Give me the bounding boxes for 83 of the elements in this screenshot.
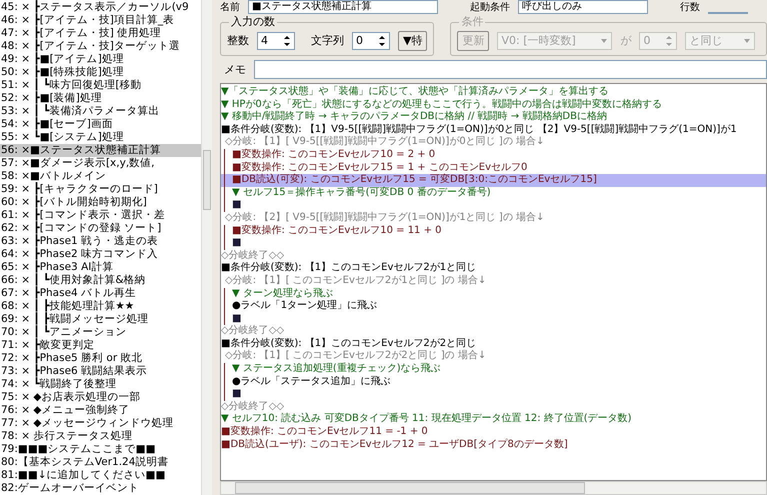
event-list-item[interactable]: 50: × ┣■[特殊技能]処理 [0,66,201,79]
event-list-item[interactable]: 46: × ┣[アイテム・技]項目計算_表 [0,14,201,27]
event-list-item[interactable]: 73: × ┣Phase6 戦闘結果表示 [0,365,201,378]
command-line[interactable]: ■DB読込(ユーザ): このコモンEvセルフ12 = ユーザDB[タイプ8のデータ数] [221,438,766,452]
event-list-item[interactable]: 51: × ┃ ┗味方回復処理[移動 [0,79,201,92]
command-line[interactable]: ■変数操作: このコモンEvセルフ11 = -1 + 0 [221,426,766,439]
event-list-item[interactable]: 59: × ┣[キャラクターのロード] [0,183,201,196]
event-list-item[interactable]: 54: × ┣■[セーブ]画面 [0,118,201,131]
event-list-item[interactable]: 60: × ┣[バトル開始時初期化] [0,196,201,209]
trigger-label: 起動条件 [470,2,510,14]
number-spinner[interactable]: 0 [352,32,390,50]
horizontal-scrollbar[interactable] [220,481,767,495]
event-list-item[interactable]: 58: ×■バトルメイン [0,170,201,183]
command-line[interactable]: ■変数操作: このコモンEvセルフ10 = 11 + 0 [221,224,766,238]
operator-label: が [620,34,632,48]
command-line[interactable]: ▼ セルフ10: 読む込み 可変DBタイプ番号 11: 現在処理データ位置 12: 終了位置(データ数) [221,413,766,426]
event-list-item[interactable]: 68: × ┃ ┣技能処理計算★★ [0,300,201,313]
event-list-item[interactable]: 76: × ◆メニュー強制終了 [0,404,201,417]
command-line[interactable]: ■条件分岐(変数): 【1】このコモンEvセルフ2が1と同じ [221,262,766,275]
event-list-item[interactable]: 66: × ┃ ┗使用対象計算&格納 [0,274,201,287]
event-list-item[interactable]: 65: × ┣Phase3 AI計算 [0,261,201,274]
command-line[interactable]: ▼ 移動中/戦闘終了時 → キャラのパラメータDBに格納 // 戦闘時 → 戦闘格納DBに格納 [221,111,766,124]
event-list-item[interactable]: 72: × ┣Phase5 勝利 or 敗北 [0,352,201,365]
command-line[interactable]: ■変数操作: このコモンEvセルフ10 = 2 + 0 [221,148,766,162]
command-line[interactable]: ◇分岐: 【1】[ V9-5[[戦闘]戦闘中フラグ(1=ON)]が0と同じ ]の 場合↓ [221,136,766,149]
command-line[interactable]: ▼ ステータス追加処理(重複チェック)なら飛ぶ [221,363,766,376]
command-line[interactable]: ◇分岐終了◇◇ [221,325,766,338]
event-list-item[interactable]: 47: × ┣[アイテム・技] 使用処理 [0,27,201,40]
event-list-item[interactable]: 52: × ┣■[装備]処理 [0,92,201,105]
command-line[interactable]: ■ [221,237,766,250]
command-line[interactable]: ■ [221,199,766,212]
special-button[interactable]: ▼特 [398,31,428,51]
field-label: 文字列 [311,34,344,48]
trigger-field[interactable]: 呼び出しのみ [518,0,648,14]
number-spinner[interactable]: 4 [257,32,295,50]
name-label: 名前 [220,2,240,14]
vertical-scrollbar[interactable] [201,0,212,495]
event-list-item[interactable]: 61: × ┣[コマンド表示・選択・差 [0,209,201,222]
group-title: 条件 [459,15,486,29]
command-line[interactable]: ■条件分岐(変数): 【1】このコモンEvセルフ2が2と同じ [221,338,766,350]
event-list-item[interactable]: 71: × ┣敵変更判定 [0,339,201,352]
command-line[interactable]: ■ [221,388,766,401]
event-list-item[interactable]: 70: × ┃ ┗アニメーション [0,326,201,339]
event-list-item[interactable]: 78: × 歩行ステータス処理 [0,430,201,443]
name-field[interactable]: ■ステータス状態補正計算 [248,0,438,14]
event-list-item[interactable]: 79:■■■システムここまで■■ [0,443,201,456]
event-list-item[interactable]: 77: × ◆メッセージウィンドウ処理 [0,417,201,430]
command-line[interactable]: ◇分岐終了◇◇ [221,250,766,262]
command-line[interactable]: ◇分岐: 【1】[ このコモンEvセルフ2が1と同じ ]の 場合↓ [221,274,766,288]
command-line[interactable]: ◇分岐: 【2】[ V9-5[[戦闘]戦闘中フラグ(1=ON)]が1と同じ ]の 場合↓ [221,212,766,225]
event-list-item[interactable]: 67: × ┣Phase4 バトル再生 [0,287,201,300]
command-line[interactable]: ▼ セルフ15＝操作キャラ番号(可変DB 0 番のデータ番号) [221,186,766,200]
event-list-item[interactable]: 45: × ┣ステータス表示／カーソル(v9 [0,1,201,14]
event-list-item[interactable]: 82:ゲームオーバーイベント [0,482,201,495]
command-line[interactable]: ▼「ステータス状態」や「装備」に応じて、状態や「計算済みパラメータ」を算出する [221,86,766,99]
field-label: 整数 [227,34,249,48]
event-list-item[interactable]: 48: × ┣[アイテム・技]ターゲット選 [0,40,201,53]
event-list-item[interactable]: 55: × ┗■[システム]処理 [0,131,201,144]
memo-label: メモ [224,62,246,76]
command-line[interactable]: ■ [221,312,766,326]
event-list-item[interactable]: 69: × ┃ ┣戦闘メッセージ処理 [0,313,201,326]
command-line[interactable]: ●ラベル「1ターン処理」に飛ぶ [221,300,766,313]
event-list-item[interactable]: 63: × ┣Phase1 戦う・逃走の表 [0,235,201,248]
command-line[interactable]: ◇分岐終了◇◇ [221,400,766,414]
command-line[interactable]: ●ラベル「ステータス追加」に飛ぶ [221,376,766,388]
event-list-item[interactable]: 49: × ┣■[アイテム]処理 [0,53,201,66]
line-count-label: 行数 [680,2,700,14]
event-list-item[interactable]: 80:【基本システムVer1.24説明書 [0,456,201,469]
event-list-item[interactable]: 74: × ┗戦闘終了後整理 [0,378,201,391]
event-list-item[interactable]: 64: × ┣Phase2 味方コマンド入 [0,248,201,261]
command-line[interactable]: ■条件分岐(変数): 【1】V9-5[[戦闘]戦闘中フラグ(1=ON)]が0と同じ 【2】V9-5[[戦闘]戦闘中フラグ(1=ON)]が1 [221,124,766,136]
line-count-field [708,12,748,14]
command-line[interactable]: ◇分岐: 【1】[ このコモンEvセルフ2が2と同じ ]の 場合↓ [221,350,766,364]
group-title: 入力の数 [229,15,277,29]
command-line[interactable]: ▼ HPが0なら「死亡」状態にするなどの処理もここで行う。戦闘中の場合は戦闘中変数に格納する [221,98,766,112]
event-list-item[interactable]: 57: ×■ダメージ表示[x,y,数値, [0,157,201,170]
event-list-item[interactable]: 75: × ◆お店表示処理の一部 [0,391,201,404]
event-list-item[interactable]: 53: × ┃ ┗装備済パラメータ算出 [0,105,201,118]
memo-field[interactable] [254,60,767,79]
event-list-item[interactable]: 81:■■↓に追加してください■■ [0,469,201,482]
event-list-item[interactable]: 62: × ┣[コマンドの登録 ソート] [0,222,201,235]
event-list-item[interactable]: 56: ×■ステータス状態補正計算 [0,144,201,157]
command-line[interactable]: ▼ ターン処理なら飛ぶ [221,288,766,300]
